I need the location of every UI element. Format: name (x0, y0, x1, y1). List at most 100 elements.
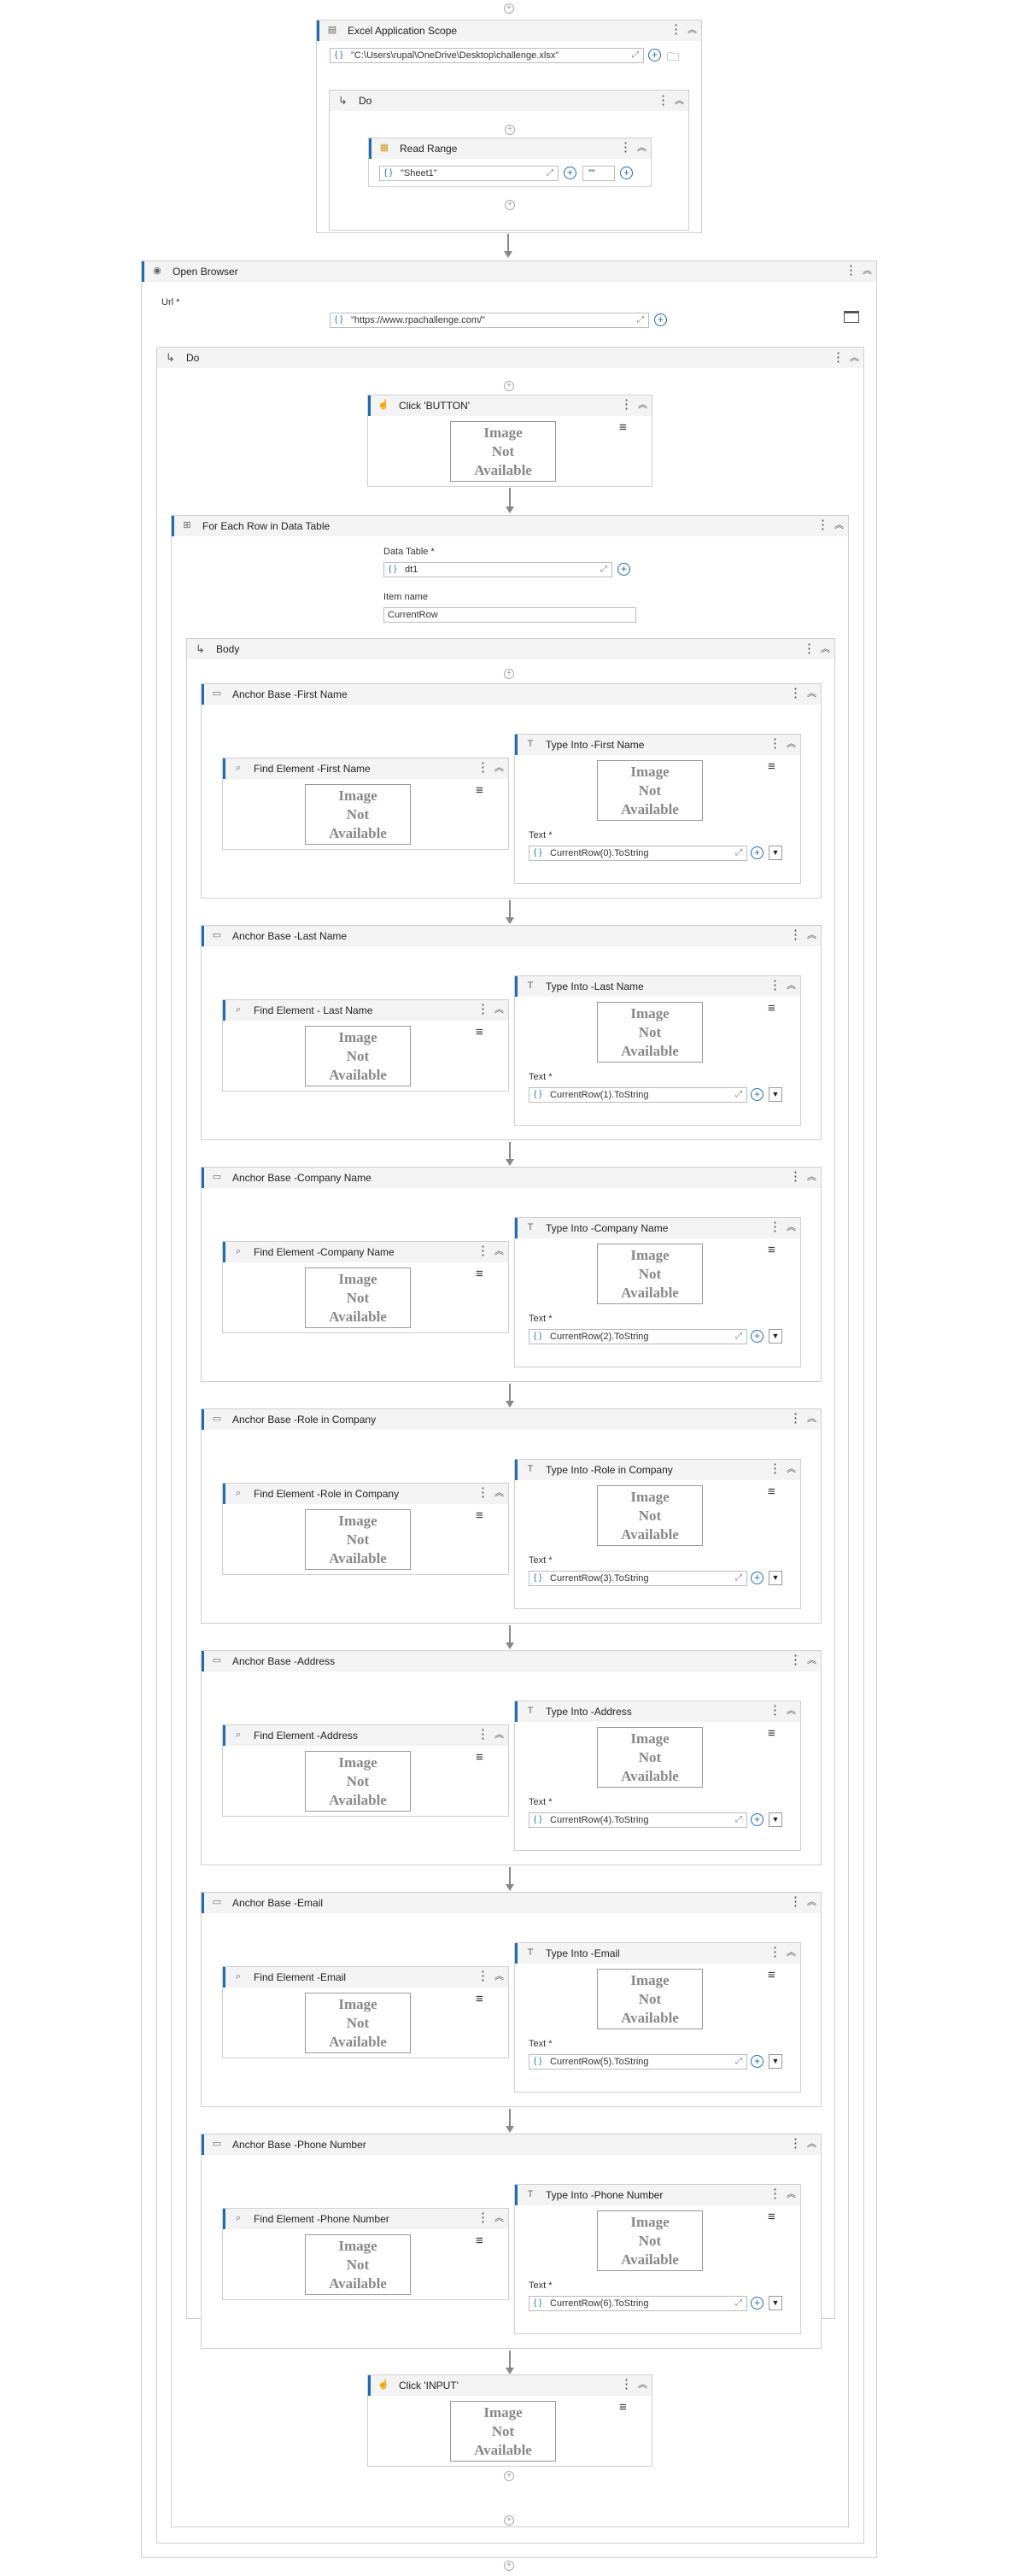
anchor-base-header[interactable]: ▭ Anchor Base -Last Name ⋮ ︽ (202, 926, 821, 946)
dropdown-icon[interactable]: ▼ (769, 2296, 782, 2310)
expand-icon[interactable]: ⤢ (735, 1572, 742, 1585)
menu-icon[interactable]: ≡ (476, 1993, 483, 2005)
target-screenshot-placeholder[interactable]: Image Not Available (597, 1727, 703, 1788)
collapse-icon[interactable]: ︽ (494, 2211, 504, 2225)
menu-icon[interactable]: ≡ (768, 2210, 775, 2223)
collapse-icon[interactable]: ︽ (787, 1946, 796, 1959)
text-field[interactable]: { } CurrentRow(2).ToString ⤢ (529, 1329, 747, 1344)
menu-icon[interactable]: ≡ (476, 1751, 483, 1764)
more-icon[interactable]: ⋮ (477, 1727, 489, 1742)
anchor-base-activity[interactable]: ▭ Anchor Base -Email ⋮ ︽ ⌕ Find Element -Emai… (201, 1892, 822, 2107)
collapse-icon[interactable]: ︽ (807, 1654, 816, 1667)
text-field[interactable]: { } CurrentRow(4).ToString ⤢ (529, 1812, 747, 1828)
collapse-icon[interactable]: ︽ (494, 1003, 504, 1016)
anchor-base-header[interactable]: ▭ Anchor Base -Phone Number ⋮ ︽ (202, 2134, 821, 2155)
menu-icon[interactable]: ≡ (476, 784, 483, 797)
anchor-base-activity[interactable]: ▭ Anchor Base -Role in Company ⋮ ︽ ⌕ Find Ele… (201, 1408, 822, 1624)
for-each-header[interactable]: ⊞ For Each Row in Data Table ⋮ ︽ (172, 516, 848, 536)
insert-activity-icon[interactable]: + (504, 381, 514, 391)
menu-icon[interactable]: ≡ (768, 1727, 775, 1740)
expand-icon[interactable]: ⤢ (632, 49, 639, 62)
anchor-base-header[interactable]: ▭ Anchor Base -Email ⋮ ︽ (202, 1893, 821, 1913)
excel-do-sequence[interactable]: ↳ Do ⋮ ︽ + ▦ Read Range ⋮ ︽ { } "Sheet1"… (329, 90, 689, 231)
collapse-icon[interactable]: ︽ (787, 1462, 796, 1476)
collapse-icon[interactable]: ︽ (863, 264, 872, 278)
workbook-path-field[interactable]: { } "C:\Users\rupal\OneDrive\Desktop\cha… (330, 48, 644, 63)
body-header[interactable]: ↳ Body ⋮ ︽ (187, 639, 834, 659)
type-into-header[interactable]: T Type Into -Company Name ⋮ ︽ (515, 1218, 800, 1238)
collapse-icon[interactable]: ︽ (807, 928, 816, 942)
click-button-activity[interactable]: ☝ Click 'BUTTON' ⋮ ︽ Image Not Available… (367, 395, 652, 487)
anchor-base-activity[interactable]: ▭ Anchor Base -Address ⋮ ︽ ⌕ Find Element -Ad… (201, 1650, 822, 1865)
add-argument-icon[interactable]: + (648, 49, 661, 61)
type-into-header[interactable]: T Type Into -First Name ⋮ ︽ (515, 735, 800, 755)
type-into-activity[interactable]: T Type Into -Last Name ⋮ ︽ Image Not Available… (514, 975, 801, 1126)
excel-scope-header[interactable]: ▤ Excel Application Scope ⋮ ︽ (317, 20, 701, 41)
more-icon[interactable]: ⋮ (477, 1969, 489, 1984)
add-argument-icon[interactable]: + (654, 313, 667, 326)
add-argument-icon[interactable]: + (751, 1572, 764, 1584)
find-element-header[interactable]: ⌕ Find Element - Last Name ⋮ ︽ (223, 1000, 508, 1021)
collapse-icon[interactable]: ︽ (807, 687, 816, 700)
find-element-activity[interactable]: ⌕ Find Element -Role in Company ⋮ ︽ Image Not… (222, 1483, 509, 1575)
more-icon[interactable]: ⋮ (769, 1220, 781, 1235)
add-argument-icon[interactable]: + (751, 1330, 764, 1343)
expand-icon[interactable]: ⤢ (735, 2297, 742, 2310)
expand-icon[interactable]: ⤢ (637, 313, 644, 327)
collapse-icon[interactable]: ︽ (807, 1895, 816, 1909)
dropdown-icon[interactable]: ▼ (769, 846, 782, 860)
collapse-icon[interactable]: ︽ (787, 1221, 796, 1234)
read-range-activity[interactable]: ▦ Read Range ⋮ ︽ { } "Sheet1" ⤢ + "" + (368, 138, 652, 187)
more-icon[interactable]: ⋮ (845, 263, 857, 278)
excel-application-scope[interactable]: ▤ Excel Application Scope ⋮ ︽ { } "C:\Us… (316, 20, 702, 233)
find-element-header[interactable]: ⌕ Find Element -Phone Number ⋮ ︽ (223, 2209, 508, 2229)
type-into-header[interactable]: T Type Into -Phone Number ⋮ ︽ (515, 2185, 800, 2205)
dropdown-icon[interactable]: ▼ (769, 1571, 782, 1585)
find-element-activity[interactable]: ⌕ Find Element -First Name ⋮ ︽ Image Not Avail… (222, 758, 509, 850)
collapse-icon[interactable]: ︽ (638, 398, 647, 412)
collapse-icon[interactable]: ︽ (494, 1970, 504, 1983)
find-element-header[interactable]: ⌕ Find Element -Role in Company ⋮ ︽ (223, 1484, 508, 1504)
text-field[interactable]: { } CurrentRow(3).ToString ⤢ (529, 1571, 747, 1586)
collapse-icon[interactable]: ︽ (787, 979, 796, 992)
menu-icon[interactable]: ≡ (768, 1969, 775, 1982)
expand-icon[interactable]: ⤢ (735, 2055, 742, 2069)
browser-do-header[interactable]: ↳ Do ⋮ ︽ (157, 348, 863, 368)
collapse-icon[interactable]: ︽ (494, 1728, 504, 1742)
dropdown-icon[interactable]: ▼ (769, 1812, 782, 1827)
text-field[interactable]: { } CurrentRow(0).ToString ⤢ (529, 846, 747, 861)
collapse-icon[interactable]: ︽ (675, 93, 684, 107)
find-element-activity[interactable]: ⌕ Find Element -Email ⋮ ︽ Image Not Available ≡ (222, 1966, 509, 2058)
add-argument-icon[interactable]: + (751, 1813, 764, 1826)
excel-do-header[interactable]: ↳ Do ⋮ ︽ (330, 91, 688, 111)
more-icon[interactable]: ⋮ (769, 736, 781, 752)
more-icon[interactable]: ⋮ (789, 686, 802, 701)
add-argument-icon[interactable]: + (620, 167, 633, 179)
target-screenshot-placeholder[interactable]: Image Not Available (305, 784, 411, 845)
more-icon[interactable]: ⋮ (816, 518, 829, 533)
type-into-activity[interactable]: T Type Into -Role in Company ⋮ ︽ Image Not Ava… (514, 1459, 801, 1609)
click-input-activity[interactable]: ☝ Click 'INPUT' ⋮ ︽ Image Not Available … (367, 2374, 652, 2467)
dropdown-icon[interactable]: ▼ (769, 2054, 782, 2069)
target-screenshot-placeholder[interactable]: Image Not Available (305, 1751, 411, 1812)
more-icon[interactable]: ⋮ (803, 641, 816, 656)
insert-activity-icon[interactable]: + (504, 3, 514, 14)
add-argument-icon[interactable]: + (751, 1088, 764, 1101)
more-icon[interactable]: ⋮ (769, 978, 781, 993)
text-field[interactable]: { } CurrentRow(6).ToString ⤢ (529, 2296, 747, 2311)
more-icon[interactable]: ⋮ (789, 2136, 802, 2152)
target-screenshot-placeholder[interactable]: Image Not Available (597, 1969, 703, 2029)
menu-icon[interactable]: ≡ (619, 2401, 627, 2414)
menu-icon[interactable]: ≡ (476, 2234, 483, 2247)
dropdown-icon[interactable]: ▼ (769, 1329, 782, 1344)
type-into-header[interactable]: T Type Into -Last Name ⋮ ︽ (515, 976, 800, 997)
more-icon[interactable]: ⋮ (789, 1894, 802, 1910)
menu-icon[interactable]: ≡ (476, 1268, 483, 1280)
menu-icon[interactable]: ≡ (476, 1509, 483, 1522)
url-field[interactable]: { } "https://www.rpachallenge.com/" ⤢ (330, 313, 649, 328)
more-icon[interactable]: ⋮ (789, 1411, 802, 1426)
more-icon[interactable]: ⋮ (832, 349, 845, 365)
type-into-header[interactable]: T Type Into -Address ⋮ ︽ (515, 1701, 800, 1722)
more-icon[interactable]: ⋮ (477, 760, 489, 776)
collapse-icon[interactable]: ︽ (687, 23, 697, 37)
